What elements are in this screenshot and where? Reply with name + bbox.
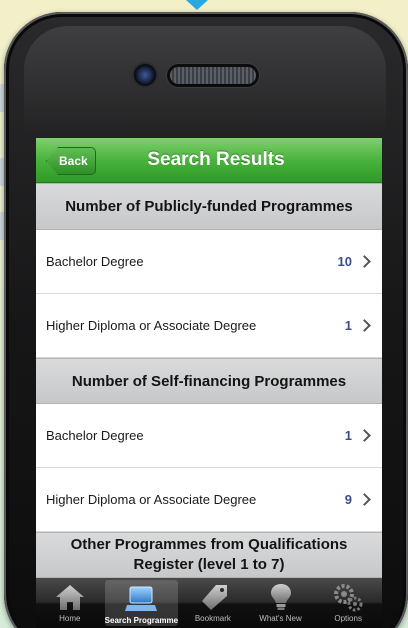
tab-label: What's New (259, 614, 302, 623)
app-screen: Back Search Results Number of Publicly-f… (36, 138, 382, 628)
row-label: Bachelor Degree (46, 428, 144, 443)
list-item[interactable]: Bachelor Degree 1 (36, 404, 382, 468)
section-header-publicly-funded: Number of Publicly-funded Programmes (36, 183, 382, 230)
tab-options[interactable]: Options (314, 578, 382, 628)
row-label: Higher Diploma or Associate Degree (46, 492, 257, 507)
pointer-marker (186, 0, 208, 10)
tab-label: Bookmark (194, 614, 231, 623)
tag-icon (201, 585, 227, 610)
row-label: Bachelor Degree (46, 254, 144, 269)
section-header-label: Number of Self-financing Programmes (71, 372, 347, 390)
monitor-icon (125, 586, 158, 611)
section-header-other-programmes: Other Programmes from Qualifications Reg… (36, 532, 382, 578)
tab-whats-new[interactable]: What's New (247, 578, 315, 628)
section-header-label: Number of Publicly-funded Programmes (65, 198, 353, 215)
tab-home[interactable]: Home (36, 578, 104, 628)
navigation-bar: Back Search Results (36, 138, 382, 183)
chevron-right-icon (358, 255, 371, 268)
tab-label: Search Programme (104, 616, 179, 625)
gears-icon (334, 584, 363, 612)
list-item[interactable]: Bachelor Degree 10 (36, 230, 382, 294)
tab-search-programme[interactable]: Search Programme (104, 580, 179, 626)
row-count: 1 (344, 318, 352, 333)
row-count: 9 (344, 492, 352, 507)
row-label: Higher Diploma or Associate Degree (46, 318, 257, 333)
list-item[interactable]: Higher Diploma or Associate Degree 9 (36, 468, 382, 532)
tab-bookmark[interactable]: Bookmark (179, 578, 247, 628)
row-count: 1 (344, 428, 352, 443)
row-count: 10 (337, 254, 352, 269)
home-icon (55, 585, 84, 610)
tab-label: Home (59, 614, 81, 623)
lightbulb-icon (270, 584, 291, 610)
section-header-line-1: Other Programmes from Qualifications (70, 536, 348, 553)
chevron-right-icon (358, 493, 371, 506)
chevron-right-icon (358, 429, 371, 442)
section-header-self-financing: Number of Self-financing Programmes (36, 358, 382, 404)
section-header-line-2: Register (level 1 to 7) (133, 556, 285, 573)
page-title: Search Results (147, 149, 285, 170)
tab-bar: Home Search Programme Bookmark What's Ne… (36, 578, 382, 628)
front-camera (134, 64, 156, 86)
tab-label: Options (334, 614, 362, 623)
chevron-right-icon (358, 319, 371, 332)
list-item[interactable]: Higher Diploma or Associate Degree 1 (36, 294, 382, 358)
earpiece-speaker (170, 67, 256, 84)
